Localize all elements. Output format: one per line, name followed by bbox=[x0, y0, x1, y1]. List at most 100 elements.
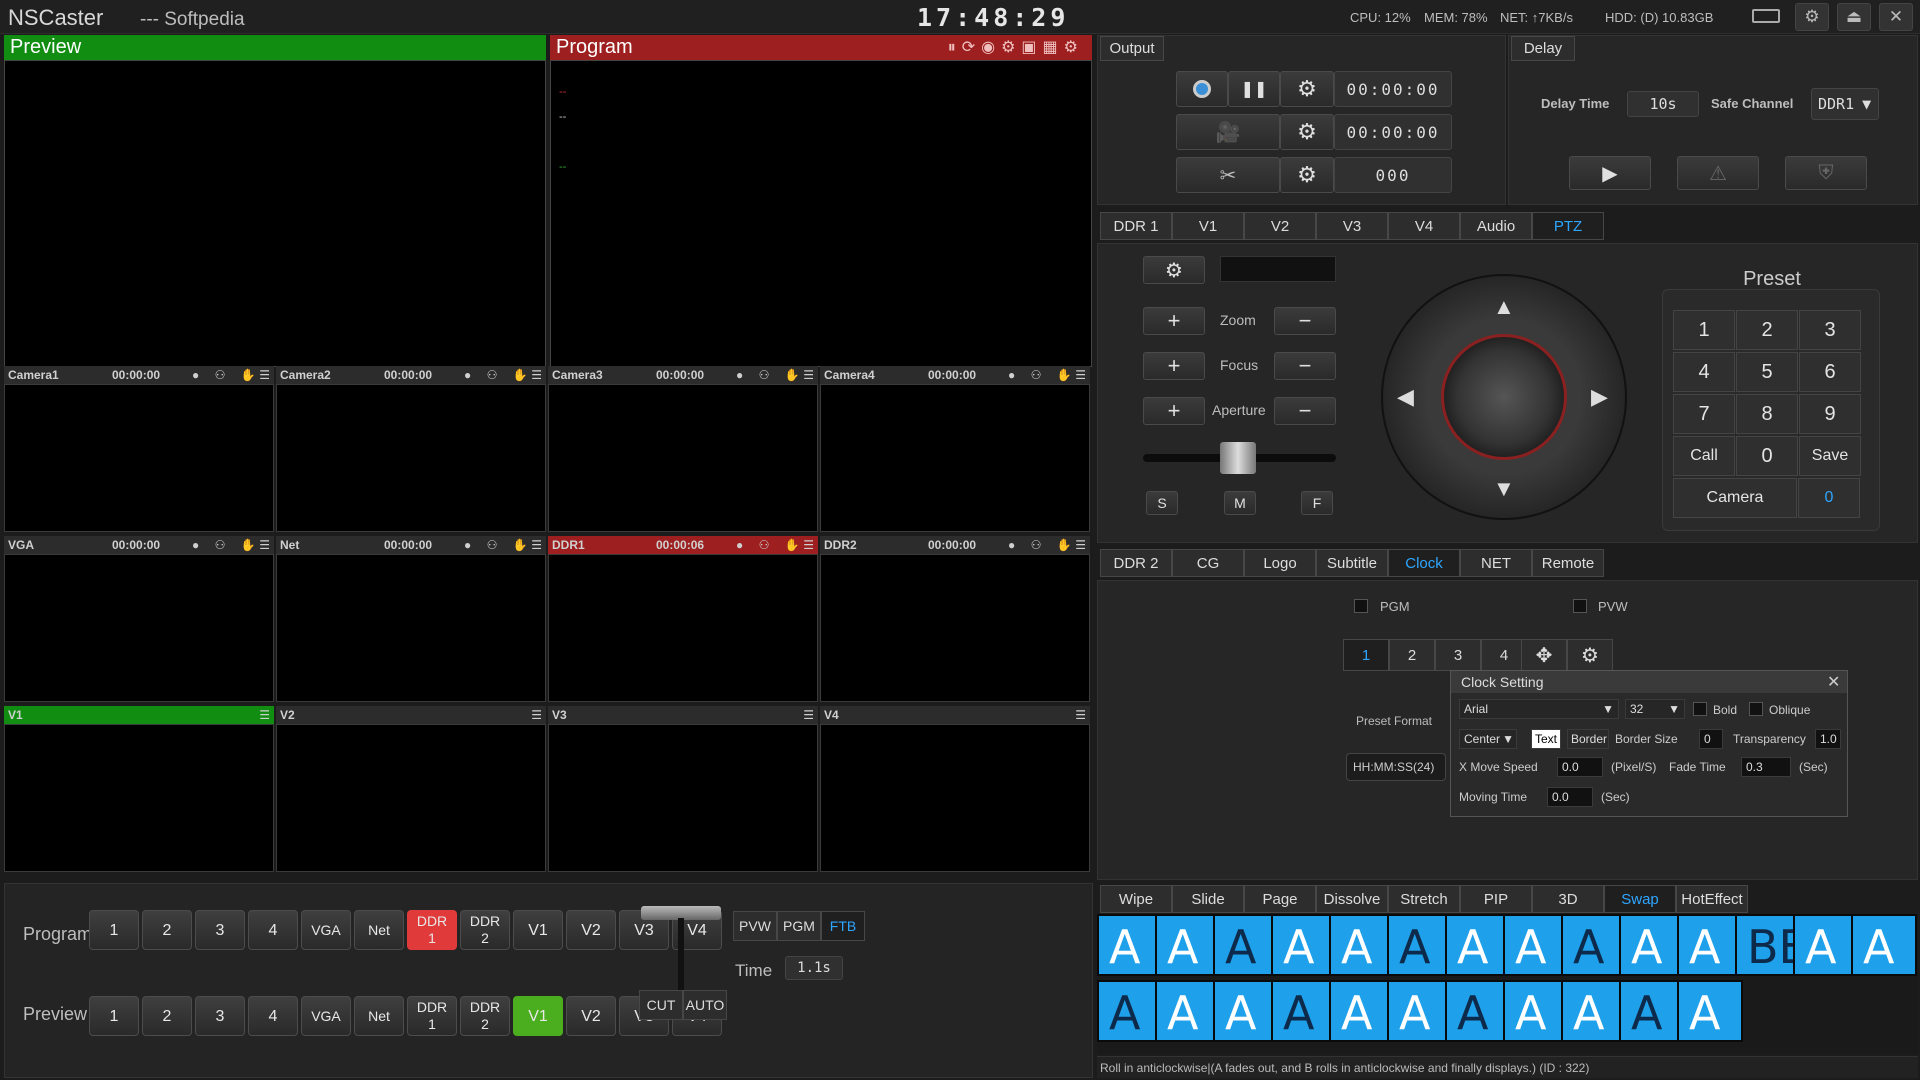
tile-screen[interactable] bbox=[4, 554, 274, 702]
x-move-speed-input[interactable]: 0.0 bbox=[1557, 757, 1603, 777]
stream-camera-icon[interactable]: 🎥 bbox=[1176, 114, 1280, 150]
preview-source-button[interactable]: VGA bbox=[301, 996, 351, 1036]
source-tile[interactable]: DDR2 00:00:00 ● ⚇ ✋ ☰ bbox=[820, 536, 1090, 702]
tile-control-icons[interactable]: ● ⚇ ✋ bbox=[464, 536, 534, 554]
effect-thumbnail[interactable]: A bbox=[1619, 980, 1685, 1042]
fade-time-input[interactable]: 0.3 bbox=[1741, 757, 1791, 777]
minimize-icon[interactable]: ⏏ bbox=[1837, 3, 1871, 31]
tile-screen[interactable] bbox=[548, 384, 818, 532]
settings-gear-icon[interactable]: ⚙ bbox=[1795, 3, 1829, 31]
effect-thumbnail[interactable]: A bbox=[1155, 980, 1221, 1042]
effect-thumbnail[interactable]: A bbox=[1677, 914, 1743, 976]
font-select[interactable]: Arial ▼ bbox=[1459, 699, 1619, 719]
tile-screen[interactable] bbox=[548, 554, 818, 702]
tile-control-icons[interactable]: ● ⚇ ✋ bbox=[736, 366, 806, 384]
border-color-button[interactable]: Border bbox=[1567, 729, 1609, 749]
aperture-minus-button[interactable]: − bbox=[1274, 397, 1336, 425]
clock-preset-1[interactable]: 1 bbox=[1343, 639, 1389, 671]
tab-v3[interactable]: V3 bbox=[1316, 212, 1388, 240]
zoom-plus-button[interactable]: + bbox=[1143, 307, 1205, 335]
effect-thumbnail[interactable]: BBA bbox=[1735, 914, 1801, 976]
preview-source-button[interactable]: 3 bbox=[195, 996, 245, 1036]
effect-thumbnail[interactable]: A bbox=[1445, 914, 1511, 976]
preview-source-button[interactable]: DDR 2 bbox=[460, 996, 510, 1036]
preset-key[interactable]: 2 bbox=[1736, 310, 1798, 350]
align-select[interactable]: Center ▼ bbox=[1459, 729, 1517, 749]
tab-swap[interactable]: Swap bbox=[1604, 885, 1676, 913]
pgm-checkbox[interactable] bbox=[1354, 599, 1368, 613]
program-source-button[interactable]: 3 bbox=[195, 910, 245, 950]
source-tile[interactable]: V2 ☰ bbox=[276, 706, 546, 872]
speed-slider-handle[interactable] bbox=[1220, 442, 1256, 474]
tab-v4[interactable]: V4 bbox=[1388, 212, 1460, 240]
preview-source-button[interactable]: Net bbox=[354, 996, 404, 1036]
tile-control-icons[interactable]: ● ⚇ ✋ bbox=[192, 366, 262, 384]
preview-source-button[interactable]: DDR 1 bbox=[407, 996, 457, 1036]
menu-icon[interactable]: ☰ bbox=[531, 706, 542, 724]
tab-v1[interactable]: V1 bbox=[1172, 212, 1244, 240]
safe-channel-select[interactable]: DDR1 ▼ bbox=[1811, 88, 1879, 120]
auto-button[interactable]: AUTO bbox=[683, 990, 727, 1020]
program-source-button[interactable]: 4 bbox=[248, 910, 298, 950]
preset-key[interactable]: Save bbox=[1799, 436, 1861, 476]
bold-checkbox[interactable] bbox=[1693, 702, 1707, 716]
source-tile[interactable]: DDR1 00:00:06 ● ⚇ ✋ ☰ bbox=[548, 536, 818, 702]
tile-screen[interactable] bbox=[4, 384, 274, 532]
menu-icon[interactable]: ☰ bbox=[259, 706, 270, 724]
effect-thumbnail[interactable]: A bbox=[1213, 914, 1279, 976]
source-tile[interactable]: V4 ☰ bbox=[820, 706, 1090, 872]
source-tile[interactable]: Net 00:00:00 ● ⚇ ✋ ☰ bbox=[276, 536, 546, 702]
border-size-input[interactable]: 0 bbox=[1699, 729, 1723, 749]
effect-thumbnail[interactable]: A bbox=[1793, 914, 1859, 976]
program-source-button[interactable]: V2 bbox=[566, 910, 616, 950]
tile-screen[interactable] bbox=[276, 724, 546, 872]
arrow-left-icon[interactable]: ◀ bbox=[1397, 384, 1414, 410]
preset-key[interactable]: 6 bbox=[1799, 352, 1861, 392]
program-source-button[interactable]: V1 bbox=[513, 910, 563, 950]
ptz-name-field[interactable] bbox=[1220, 256, 1336, 282]
source-tile[interactable]: Camera3 00:00:00 ● ⚇ ✋ ☰ bbox=[548, 366, 818, 532]
effect-thumbnail[interactable]: A bbox=[1677, 980, 1743, 1042]
move-icon[interactable]: ✥ bbox=[1521, 639, 1567, 671]
effect-thumbnail[interactable]: A bbox=[1619, 914, 1685, 976]
menu-icon[interactable]: ☰ bbox=[531, 366, 542, 384]
source-tile[interactable]: VGA 00:00:00 ● ⚇ ✋ ☰ bbox=[4, 536, 274, 702]
tile-screen[interactable] bbox=[276, 384, 546, 532]
zoom-minus-button[interactable]: − bbox=[1274, 307, 1336, 335]
pvw-checkbox[interactable] bbox=[1573, 599, 1587, 613]
stream-settings-gear-icon[interactable]: ⚙ bbox=[1280, 114, 1334, 150]
effect-thumbnail[interactable]: A bbox=[1329, 980, 1395, 1042]
effect-thumbnail[interactable]: A bbox=[1097, 914, 1163, 976]
preview-source-button[interactable]: V2 bbox=[566, 996, 616, 1036]
preview-screen[interactable] bbox=[4, 60, 546, 367]
ftb-button[interactable]: FTB bbox=[821, 911, 865, 941]
pgm-button[interactable]: PGM bbox=[777, 911, 821, 941]
tab-page[interactable]: Page bbox=[1244, 885, 1316, 913]
preset-camera-value[interactable]: 0 bbox=[1798, 478, 1860, 518]
tab-hoteffect[interactable]: HotEffect bbox=[1676, 885, 1748, 913]
effect-thumbnail[interactable]: A bbox=[1445, 980, 1511, 1042]
preset-key[interactable]: 0 bbox=[1736, 436, 1798, 476]
tile-control-icons[interactable]: ● ⚇ ✋ bbox=[192, 536, 262, 554]
preset-key[interactable]: 3 bbox=[1799, 310, 1861, 350]
preset-key[interactable]: 8 bbox=[1736, 394, 1798, 434]
effect-thumbnail[interactable]: A bbox=[1271, 980, 1337, 1042]
preview-source-button[interactable]: V1 bbox=[513, 996, 563, 1036]
effect-thumbnail[interactable]: A bbox=[1503, 980, 1569, 1042]
source-tile[interactable]: Camera1 00:00:00 ● ⚇ ✋ ☰ bbox=[4, 366, 274, 532]
delay-play-button[interactable]: ▶ bbox=[1569, 156, 1651, 190]
tab-dissolve[interactable]: Dissolve bbox=[1316, 885, 1388, 913]
effect-thumbnail[interactable]: A bbox=[1851, 914, 1917, 976]
preset-key[interactable]: 4 bbox=[1673, 352, 1735, 392]
tile-screen[interactable] bbox=[548, 724, 818, 872]
tab-cg[interactable]: CG bbox=[1172, 549, 1244, 577]
clock-preset-3[interactable]: 3 bbox=[1435, 639, 1481, 671]
warning-icon[interactable]: ⚠ bbox=[1677, 156, 1759, 190]
tab-v2[interactable]: V2 bbox=[1244, 212, 1316, 240]
t-bar-stem[interactable] bbox=[678, 918, 684, 992]
record-settings-gear-icon[interactable]: ⚙ bbox=[1280, 71, 1334, 107]
menu-icon[interactable]: ☰ bbox=[1075, 536, 1086, 554]
effect-thumbnail[interactable]: A bbox=[1155, 914, 1221, 976]
speed-m-button[interactable]: M bbox=[1224, 491, 1256, 515]
menu-icon[interactable]: ☰ bbox=[1075, 706, 1086, 724]
